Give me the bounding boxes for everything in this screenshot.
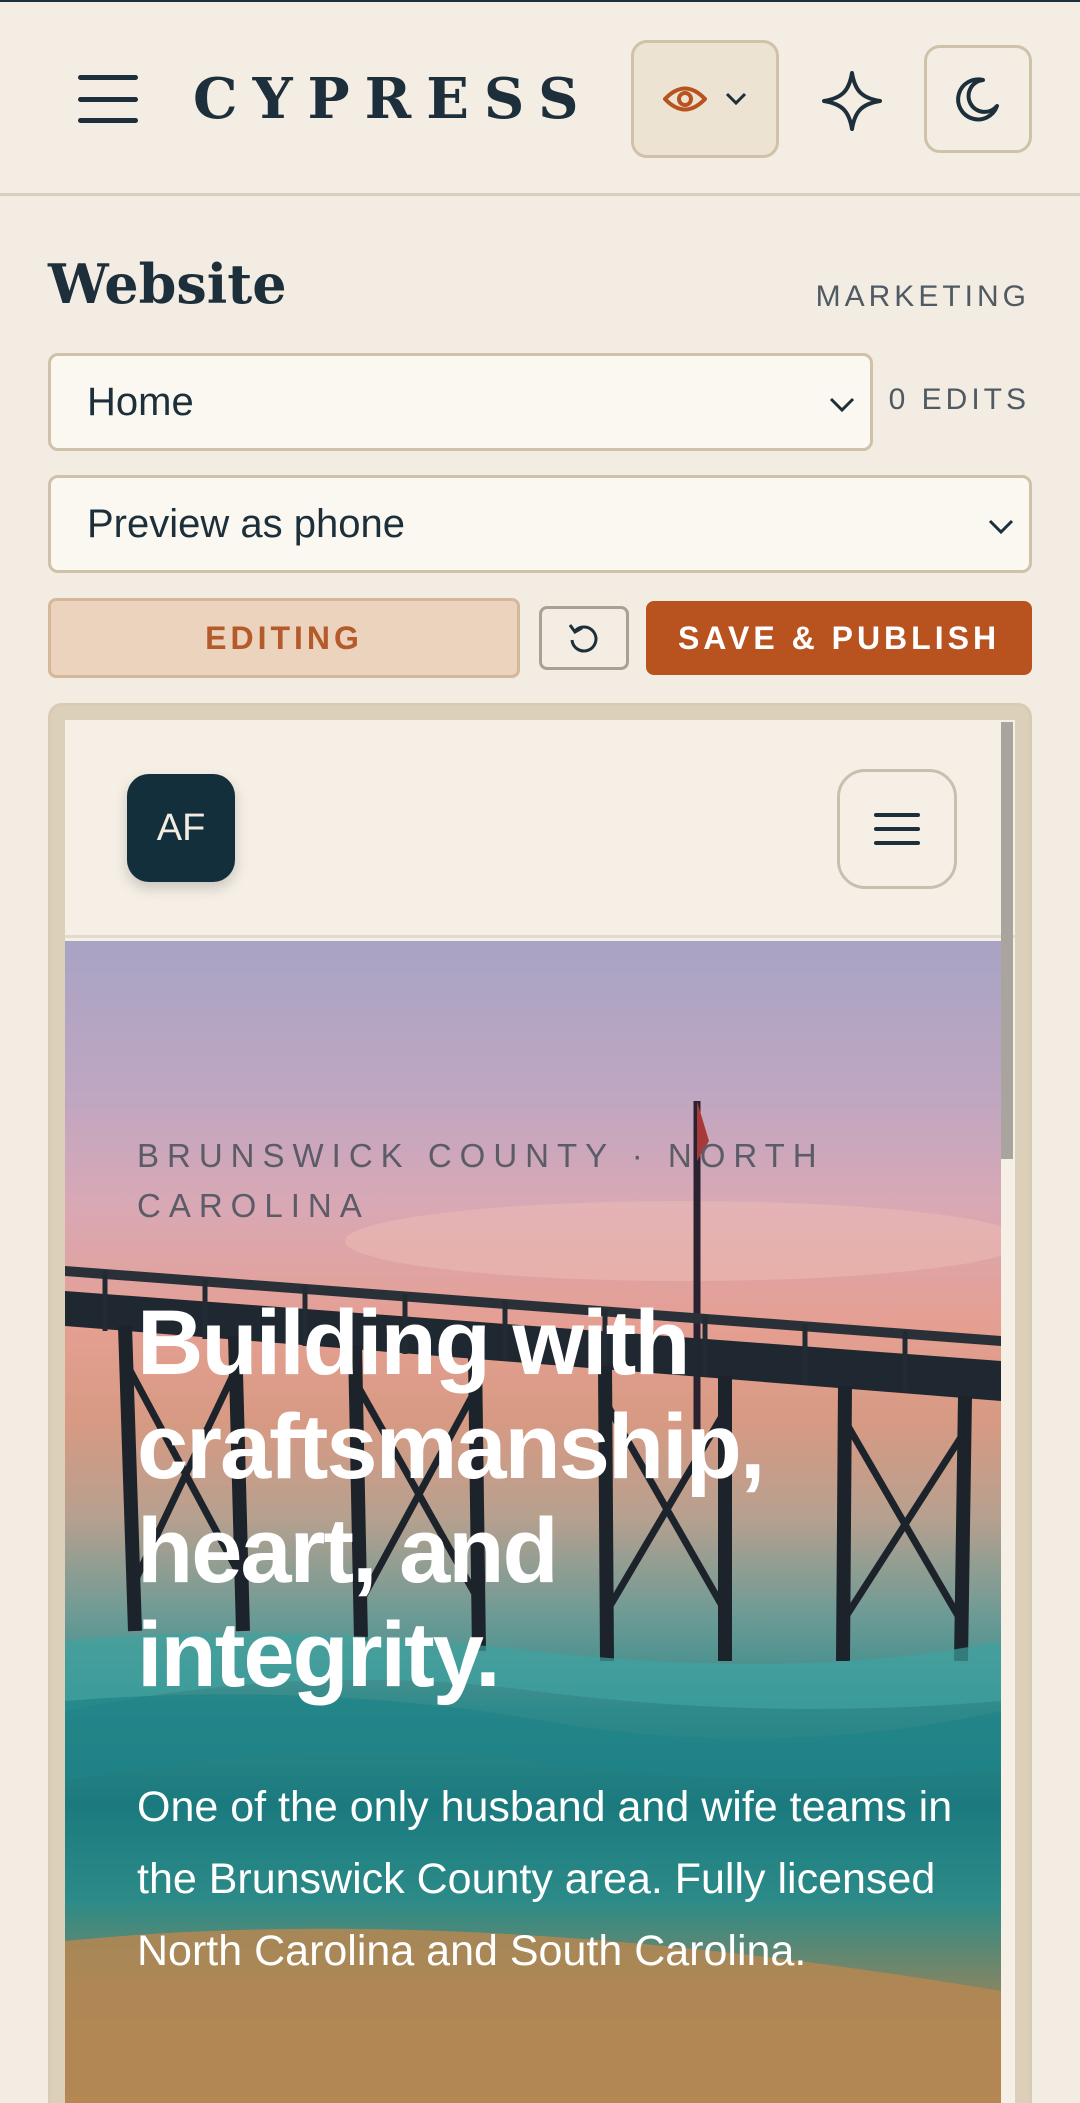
- edit-count: 0 EDITS: [888, 383, 1030, 416]
- site-menu-button[interactable]: [837, 769, 957, 889]
- preview-device-value: Preview as phone: [87, 501, 405, 546]
- undo-button[interactable]: [539, 606, 629, 670]
- sparkle-icon: [822, 71, 882, 131]
- theme-toggle-button[interactable]: [924, 45, 1032, 153]
- page-select-value: Home: [87, 379, 194, 424]
- app-header: CYPRESS: [0, 0, 1080, 196]
- chevron-down-icon: [829, 397, 855, 413]
- page-title: Website: [48, 252, 287, 316]
- chevron-down-icon: [988, 519, 1014, 535]
- editing-toggle-button[interactable]: EDITING: [48, 598, 520, 678]
- preview-mode-button[interactable]: [631, 40, 779, 158]
- section-tag: MARKETING: [815, 280, 1030, 313]
- site-logo[interactable]: AF: [127, 774, 235, 882]
- page-select[interactable]: Home: [48, 353, 873, 451]
- save-publish-button[interactable]: SAVE & PUBLISH: [646, 601, 1032, 675]
- undo-icon: [568, 624, 598, 653]
- app-brand: CYPRESS: [193, 66, 594, 132]
- hero-title: Building with craftsmanship, heart, and …: [137, 1292, 765, 1706]
- phone-preview: AF BRUNSWICK COUNTY · NORTH CAROLINA Bui…: [65, 720, 1015, 2103]
- preview-frame: AF BRUNSWICK COUNTY · NORTH CAROLINA Bui…: [48, 703, 1032, 2103]
- site-header: AF: [65, 720, 1015, 938]
- chevron-down-icon: [725, 92, 747, 106]
- ai-assist-button[interactable]: [820, 69, 884, 133]
- preview-device-select[interactable]: Preview as phone: [48, 475, 1032, 573]
- menu-icon[interactable]: [78, 75, 138, 123]
- hero-body: One of the only husband and wife teams i…: [137, 1783, 953, 1975]
- eye-icon: [663, 86, 707, 112]
- hero-section: BRUNSWICK COUNTY · NORTH CAROLINA Buildi…: [65, 941, 1001, 2103]
- hero-eyebrow: BRUNSWICK COUNTY · NORTH CAROLINA: [137, 1137, 825, 1224]
- preview-scrollbar[interactable]: [1001, 722, 1013, 1159]
- moon-icon: [956, 77, 999, 122]
